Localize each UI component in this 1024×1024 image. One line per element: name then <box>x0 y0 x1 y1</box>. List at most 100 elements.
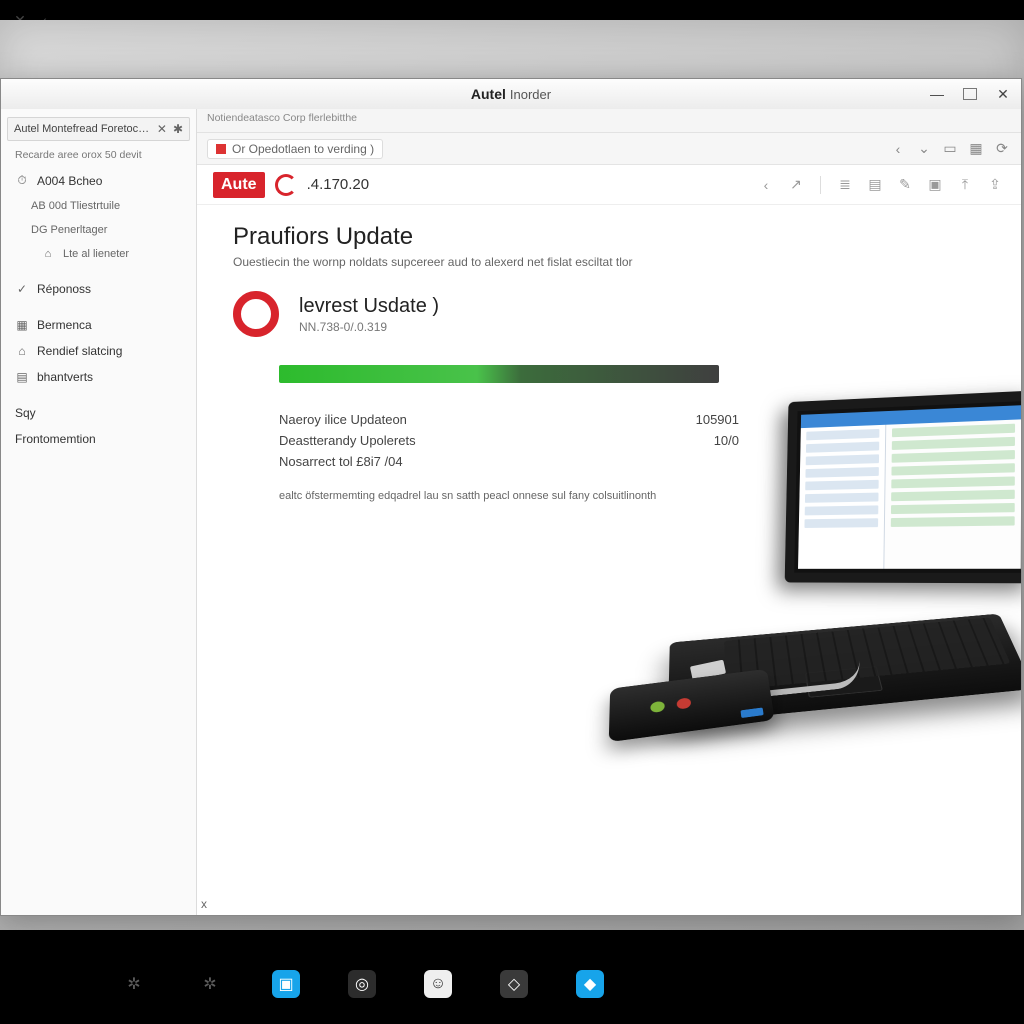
list-icon: ▤ <box>15 370 29 384</box>
sidebar-item-frontomemtion[interactable]: Frontomemtion <box>1 426 196 452</box>
sidebar-item-lte[interactable]: ⌂ Lte al lieneter <box>1 242 196 266</box>
sidebar-item-bermença[interactable]: ▦ Bermenca <box>1 312 196 338</box>
progress-bar <box>279 365 719 383</box>
taskbar-icon[interactable]: ◎ <box>348 970 376 998</box>
sidebar-item-bhantverts[interactable]: ▤ bhantverts <box>1 364 196 390</box>
window-icon[interactable]: ▭ <box>941 140 959 157</box>
stats-value: 10/0 <box>714 433 739 448</box>
close-panel-button[interactable]: x <box>201 897 207 911</box>
titlebar-subtitle: Inorder <box>510 87 551 102</box>
sidebar-item-label: DG Penerltager <box>31 224 107 236</box>
page-title: Praufiors Update <box>233 223 985 251</box>
taskbar-icon[interactable]: ◇ <box>500 970 528 998</box>
taskbar-icon[interactable]: ▣ <box>272 970 300 998</box>
sidebar-tab-title: Autel Montefread Foretoctic Aute <box>14 123 151 135</box>
edit-icon[interactable]: ✎ <box>895 176 915 193</box>
window-close-button[interactable]: ✕ <box>991 83 1015 105</box>
home-icon: ⌂ <box>41 248 55 260</box>
device-cable <box>700 661 862 704</box>
sidebar-item-label: AB 00d Tliestrtuile <box>31 200 120 212</box>
cable-plug-icon <box>690 660 726 681</box>
export-icon[interactable]: ⇪ <box>985 176 1005 193</box>
stats-row: Naeroy ilice Updateon 105901 <box>279 409 739 430</box>
stats-label: Naeroy ilice Updateon <box>279 412 407 427</box>
pane-tab-row: Notiendeatasco Corp flerlebitthe <box>197 109 1021 133</box>
taskbar-icon[interactable]: ✲ <box>120 970 148 998</box>
sidebar-tab[interactable]: Autel Montefread Foretoctic Aute ✕ ✱ <box>7 117 190 141</box>
window-minimize-button[interactable]: — <box>925 83 949 105</box>
stats-row: Nosarrect tol £8i7 /04 <box>279 451 739 472</box>
refresh-icon[interactable]: ⟳ <box>993 140 1011 157</box>
sidebar-item-label: Lte al lieneter <box>63 248 129 260</box>
loading-spinner-icon <box>275 174 297 196</box>
sidebar-item-sqy[interactable]: Sqy <box>1 400 196 426</box>
device-keyboard <box>724 617 1010 690</box>
sidebar-item-rendief[interactable]: ⌂ Rendief slatcing <box>1 338 196 364</box>
version-label: .4.170.20 <box>307 176 370 193</box>
sidebar: Autel Montefread Foretoctic Aute ✕ ✱ Rec… <box>1 109 197 915</box>
main-pane: Notiendeatasco Corp flerlebitthe Or Oped… <box>197 109 1021 915</box>
sidebar-item-label: A004 Bcheo <box>37 174 102 188</box>
taskbar-icon[interactable]: ☺ <box>424 970 452 998</box>
content-toolbar: Aute .4.170.20 ‹ ↗ ≣ ▤ ✎ ▣ ⤒ ⇪ <box>197 165 1021 205</box>
sidebar-item-label: Réponoss <box>37 282 91 296</box>
sidebar-item-label: Frontomemtion <box>15 432 96 446</box>
desktop-background: Autel Inorder — ✕ Autel Montefread Foret… <box>0 20 1024 930</box>
square-icon[interactable]: ▣ <box>925 176 945 193</box>
toolbar-separator <box>820 176 821 194</box>
diagnostic-scanner <box>609 669 775 742</box>
footer-note: ealtc öfstermemting edqadrel lau sn satt… <box>279 490 985 502</box>
clock-icon: ⏱ <box>15 173 29 188</box>
window-maximize-button[interactable] <box>963 88 977 100</box>
updater-window: Autel Inorder — ✕ Autel Montefread Foret… <box>0 78 1022 916</box>
update-header: levrest Usdate ) NN.738-0/.0.319 <box>233 291 985 337</box>
check-icon: ✓ <box>15 282 29 296</box>
address-bar: Or Opedotlaen to verding ) ‹ ⌄ ▭ ▦ ⟳ <box>197 133 1021 165</box>
home-icon: ⌂ <box>15 344 29 358</box>
sidebar-item-reponoss[interactable]: ✓ Réponoss <box>1 276 196 302</box>
update-title: levrest Usdate ) <box>299 295 439 318</box>
sidebar-item-label: Bermenca <box>37 318 92 332</box>
page-subtitle: Ouestiecin the wornp noldats supcereer a… <box>233 255 985 269</box>
site-badge-icon <box>216 144 226 154</box>
stats-label: Deastterandy Upolerets <box>279 433 416 448</box>
brand-badge: Aute <box>213 172 265 198</box>
scanner-green-button-icon <box>650 701 664 713</box>
scanner-red-button-icon <box>677 697 692 709</box>
titlebar-brand: Autel <box>471 86 506 102</box>
upload-icon[interactable]: ⤒ <box>955 176 975 193</box>
dropdown-icon[interactable]: ⌄ <box>915 140 933 157</box>
update-version: NN.738-0/.0.319 <box>299 320 439 334</box>
rows-icon[interactable]: ▤ <box>865 176 885 193</box>
update-content: Praufiors Update Ouestiecin the wornp no… <box>197 205 1021 915</box>
address-chip[interactable]: Or Opedotlaen to verding ) <box>207 139 383 159</box>
grid-icon: ▦ <box>15 318 29 332</box>
sidebar-item-a004[interactable]: ⏱ A004 Bcheo <box>1 167 196 194</box>
stats-table: Naeroy ilice Updateon 105901 Deastterand… <box>279 409 739 472</box>
grid-icon[interactable]: ▦ <box>967 140 985 157</box>
status-ring-icon <box>233 291 279 337</box>
pin-icon[interactable]: ✱ <box>173 122 183 136</box>
taskbar-icon[interactable]: ✲ <box>196 970 224 998</box>
device-screen <box>785 390 1021 583</box>
taskbar-icon[interactable]: ◆ <box>576 970 604 998</box>
taskbar: ✲ ✲ ▣ ◎ ☺ ◇ ◆ <box>120 970 604 998</box>
sidebar-item-dg[interactable]: DG Penerltager <box>1 218 196 242</box>
nav-back-icon[interactable]: ‹ <box>756 177 776 193</box>
sidebar-item-label: Rendief slatcing <box>37 344 122 358</box>
list-icon[interactable]: ≣ <box>835 176 855 193</box>
sidebar-item-label: bhantverts <box>37 370 93 384</box>
stats-row: Deastterandy Upolerets 10/0 <box>279 430 739 451</box>
external-link-icon[interactable]: ↗ <box>786 176 806 193</box>
close-icon[interactable]: ✕ <box>157 122 167 136</box>
sidebar-caption: Recarde aree orox 50 devit <box>1 147 196 167</box>
scanner-port-icon <box>741 707 764 718</box>
sidebar-item-label: Sqy <box>15 406 36 420</box>
nav-back-icon[interactable]: ‹ <box>889 141 907 157</box>
address-chip-label: Or Opedotlaen to verding ) <box>232 142 374 156</box>
device-base <box>668 614 1021 725</box>
stats-value: 105901 <box>696 412 739 427</box>
sidebar-item-ab00d[interactable]: AB 00d Tliestrtuile <box>1 194 196 218</box>
stats-label: Nosarrect tol £8i7 /04 <box>279 454 403 469</box>
window-titlebar[interactable]: Autel Inorder — ✕ <box>1 79 1021 109</box>
